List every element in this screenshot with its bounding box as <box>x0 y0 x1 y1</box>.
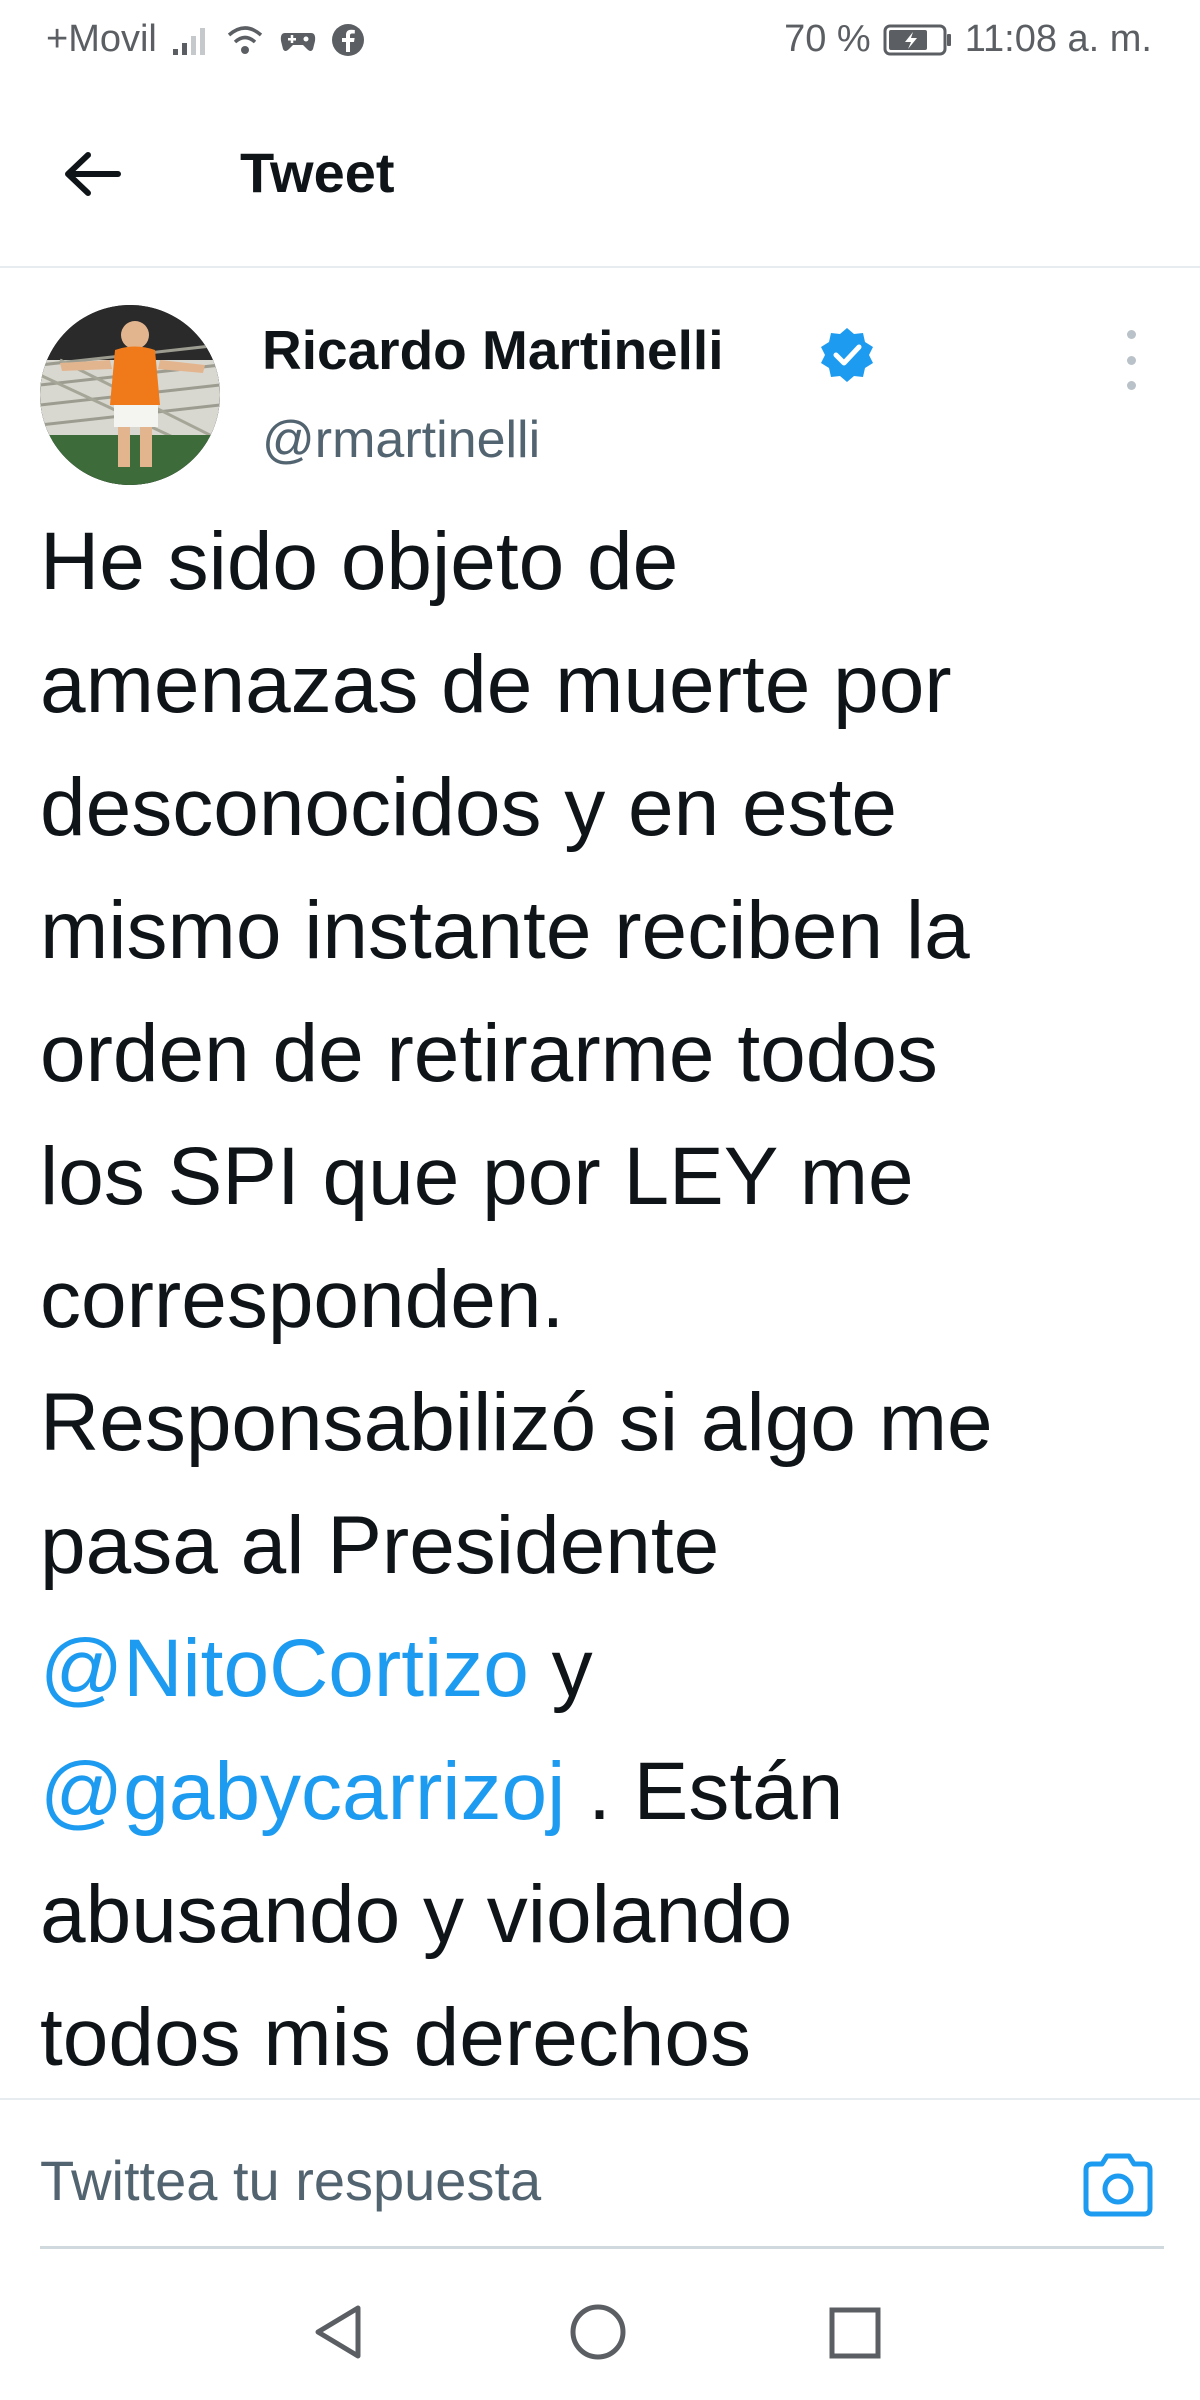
clock: 11:08 a. m. <box>964 18 1152 60</box>
tweet-text-line: corresponden. <box>40 1254 565 1345</box>
status-right: 70 % 11:08 a. m. <box>784 18 1152 61</box>
author-handle[interactable]: @rmartinelli <box>262 410 540 470</box>
status-bar: +Movil 70 % 11:08 a. m. <box>0 0 1200 80</box>
facebook-icon <box>331 23 365 57</box>
nav-recent-apps-button[interactable] <box>828 2306 882 2365</box>
tweet-text-line: los SPI que por LEY me <box>40 1131 914 1222</box>
tweet-text-line: Responsabilizó si algo me <box>40 1377 993 1468</box>
nav-home-icon <box>570 2304 626 2360</box>
game-controller-icon <box>279 25 317 55</box>
mention-link-nitocortizo[interactable]: @NitoCortizo <box>40 1623 529 1714</box>
status-left: +Movil <box>46 18 365 61</box>
divider <box>0 2098 1200 2100</box>
verified-badge-icon <box>818 326 876 389</box>
nav-back-button[interactable] <box>310 2302 366 2367</box>
page-title: Tweet <box>240 141 395 204</box>
tweet-text-line: orden de retirarme todos <box>40 1008 938 1099</box>
battery-icon <box>883 23 953 57</box>
tweet-text-line: todos mis derechos <box>40 1992 752 2083</box>
tweet-text-line: He sido objeto de <box>40 516 679 607</box>
more-dot <box>1126 355 1136 365</box>
tweet-text-line: @gabycarrizoj . Están <box>40 1730 1170 1853</box>
tweet-text: He sido objeto de amenazas de muerte por… <box>40 500 1170 2099</box>
tweet-text-line: desconocidos y en este <box>40 762 897 853</box>
top-app-bar: Tweet <box>0 80 1200 268</box>
tweet-text-line: pasa al Presidente <box>40 1500 720 1591</box>
nav-home-button[interactable] <box>568 2302 628 2367</box>
wifi-icon <box>225 23 265 57</box>
tweet-text-fragment: y <box>528 1623 593 1714</box>
reply-input-underline <box>40 2246 1164 2249</box>
tweet-text-line: mismo instante reciben la <box>40 885 970 976</box>
avatar[interactable] <box>40 305 220 485</box>
author-name[interactable]: Ricardo Martinelli <box>262 318 723 382</box>
tweet-text-fragment: . Están <box>565 1746 844 1837</box>
carrier-label: +Movil <box>46 18 157 60</box>
tweet-text-line: abusando y violando <box>40 1869 793 1960</box>
more-dots-icon <box>1126 330 1136 339</box>
more-dot <box>1126 381 1136 390</box>
tweet-text-line: @NitoCortizo y <box>40 1607 1170 1730</box>
nav-recent-apps-icon <box>829 2307 881 2359</box>
camera-icon <box>1083 2153 1153 2217</box>
signal-icon <box>171 23 211 57</box>
tweet-text-line: amenazas de muerte por <box>40 639 952 730</box>
nav-back-icon <box>315 2305 361 2359</box>
camera-button[interactable] <box>1080 2148 1156 2224</box>
battery-percent: 70 % <box>784 18 871 60</box>
back-arrow-icon <box>65 152 121 196</box>
back-button[interactable] <box>56 138 128 210</box>
reply-input[interactable]: Twittea tu respuesta <box>40 2148 541 2213</box>
more-options-button[interactable] <box>1116 330 1146 390</box>
mention-link-gabycarrizoj[interactable]: @gabycarrizoj <box>40 1746 565 1837</box>
